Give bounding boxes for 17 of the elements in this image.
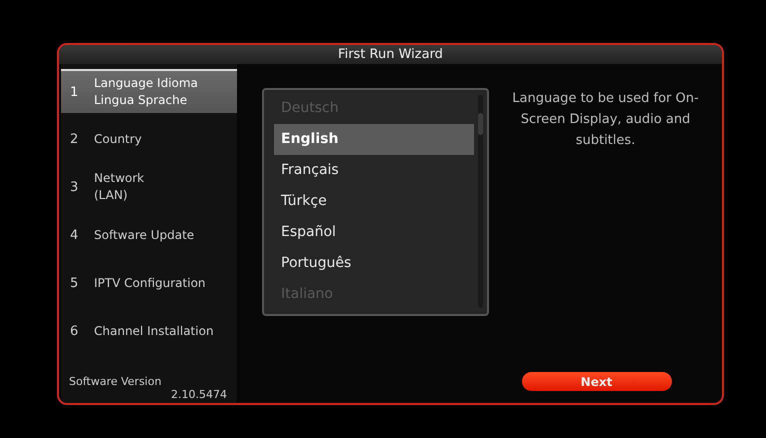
version-label: Software Version xyxy=(69,375,162,388)
language-option[interactable]: Türkçe xyxy=(274,186,474,217)
wizard-step[interactable]: 5 IPTV Configuration xyxy=(61,261,237,305)
language-option[interactable]: Português xyxy=(274,248,474,279)
scrollbar[interactable] xyxy=(478,95,483,308)
window-title: First Run Wizard xyxy=(338,47,443,62)
wizard-step[interactable]: 3 Network (LAN) xyxy=(61,165,237,209)
wizard-step[interactable]: 4 Software Update xyxy=(61,213,237,257)
language-option[interactable]: Español xyxy=(274,217,474,248)
wizard-step[interactable]: 1 Language Idioma Lingua Sprache xyxy=(61,69,237,113)
description-text: Language to be used for On-Screen Display, audio and subtitles. xyxy=(511,90,700,150)
wizard-step[interactable]: 2 Country xyxy=(61,117,237,161)
wizard-step[interactable]: 6 Channel Installation xyxy=(61,309,237,353)
language-option[interactable]: Français xyxy=(274,155,474,186)
language-option[interactable]: English xyxy=(274,124,474,155)
next-button[interactable]: Next xyxy=(522,372,672,391)
version-number: 2.10.5474 xyxy=(171,388,227,401)
